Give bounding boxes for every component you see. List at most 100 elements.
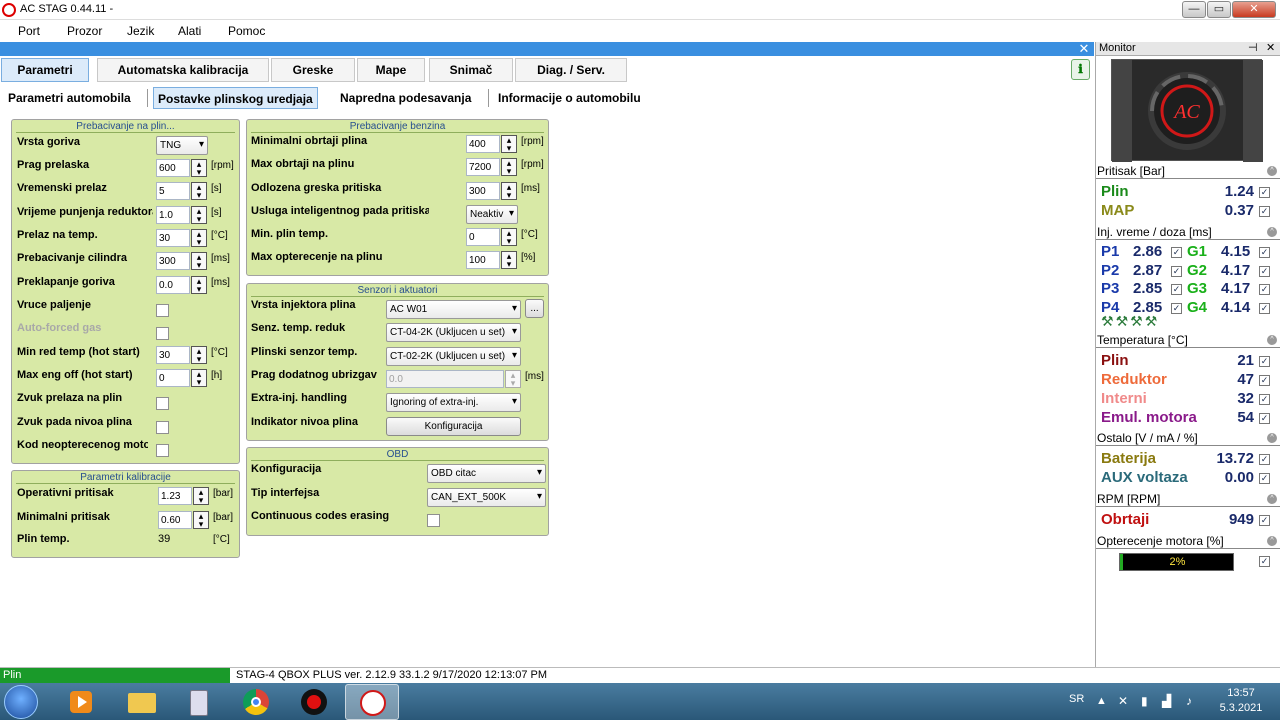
taskbar-calculator-icon[interactable] [172,684,226,720]
panel-close-icon[interactable]: ✕ [1077,42,1091,56]
inj-g-checkbox[interactable]: ✓ [1259,302,1270,314]
monitor-pin-icon[interactable]: ⊣ [1248,42,1258,55]
plinski-senzor-temp-select[interactable]: CT-02-2K (Ukljucen u set) [386,347,521,366]
taskbar-record-icon[interactable] [287,684,341,720]
inj-p-checkbox[interactable]: ✓ [1171,284,1182,295]
monitor-close-icon[interactable]: ✕ [1266,42,1275,55]
menu-port[interactable]: Port [18,24,40,38]
vrsta-injektora-browse-button[interactable]: ... [525,299,544,318]
network-icon[interactable]: ✕ [1118,694,1128,708]
odlozena-greska-spinner-icon[interactable]: ▴ ▾ [501,182,517,200]
temperatura-row-checkbox[interactable]: ✓ [1259,356,1270,367]
prag-dodatnog-input[interactable]: 0.0 [386,370,504,388]
menu-jezik[interactable]: Jezik [127,24,154,38]
minimalni-pritisak-input[interactable]: 0.60 [158,511,192,529]
taskbar-explorer-icon[interactable] [115,684,169,720]
max-obrtaji-spinner-icon[interactable]: ▴ ▾ [501,158,517,176]
tray-arrow-icon[interactable]: ▲ [1096,695,1107,707]
system-clock[interactable]: 13:57 5.3.2021 [1208,686,1274,716]
battery-icon[interactable]: ▮ [1141,694,1148,708]
operativni-pritisak-spinner-icon[interactable]: ▴ ▾ [193,487,209,505]
collapse-icon[interactable]: ^ [1267,335,1277,345]
min-red-temp-spinner-icon[interactable]: ▴ ▾ [191,346,207,364]
collapse-icon[interactable]: ^ [1267,494,1277,504]
tab-mape[interactable]: Mape [357,58,425,82]
max-opterecenje-input[interactable]: 100 [466,251,500,269]
konfiguracija-button[interactable]: Konfiguracija [386,417,521,436]
collapse-icon[interactable]: ^ [1267,536,1277,546]
help-icon[interactable]: ℹ [1071,59,1090,80]
vruce-paljenje-checkbox[interactable] [156,304,169,317]
preklapanje-goriva-input[interactable]: 0.0 [156,276,190,294]
temperatura-row-checkbox[interactable]: ✓ [1259,394,1270,405]
extra-inj-handling-select[interactable]: Ignoring of extra-inj. [386,393,521,412]
prebacivanje-cilindra-spinner-icon[interactable]: ▴ ▾ [191,252,207,270]
subtab-parametri-automobila[interactable]: Parametri automobila [4,87,135,109]
tab-snimac[interactable]: Snimač [429,58,513,82]
collapse-icon[interactable]: ^ [1267,227,1277,237]
temperatura-row-checkbox[interactable]: ✓ [1259,413,1270,424]
obrtaji-checkbox[interactable]: ✓ [1259,515,1270,526]
prelaz-na-temp-spinner-icon[interactable]: ▴ ▾ [191,229,207,247]
vremenski-prelaz-input[interactable]: 5 [156,182,190,200]
min-red-temp-input[interactable]: 30 [156,346,190,364]
auto-forced-gas-checkbox[interactable] [156,327,169,340]
minimalni-pritisak-spinner-icon[interactable]: ▴ ▾ [193,511,209,529]
inj-p-checkbox[interactable]: ✓ [1171,247,1182,258]
max-eng-off-spinner-icon[interactable]: ▴ ▾ [191,369,207,387]
prag-prelaska-input[interactable]: 600 [156,159,190,177]
max-obrtaji-input[interactable]: 7200 [466,158,500,176]
close-button[interactable]: ✕ [1232,1,1276,18]
kod-neopterecenog-checkbox[interactable] [156,444,169,457]
volume-icon[interactable]: ♪ [1186,694,1192,708]
ostalo-row-checkbox[interactable]: ✓ [1259,473,1270,484]
menu-alati[interactable]: Alati [178,24,201,38]
menu-pomoc[interactable]: Pomoc [228,24,265,38]
vrijeme-punjenja-spinner-icon[interactable]: ▴ ▾ [191,206,207,224]
prelaz-na-temp-input[interactable]: 30 [156,229,190,247]
maximize-button[interactable]: ▭ [1207,1,1231,18]
obd-konfiguracija-select[interactable]: OBD citac [427,464,546,483]
max-opterecenje-spinner-icon[interactable]: ▴ ▾ [501,251,517,269]
vrsta-goriva-select[interactable]: TNG [156,136,208,155]
vrijeme-punjenja-input[interactable]: 1.0 [156,206,190,224]
vrsta-injektora-select[interactable]: AC W01 [386,300,521,319]
ostalo-row-checkbox[interactable]: ✓ [1259,454,1270,465]
usluga-inteligentnog-select[interactable]: Neaktiv [466,205,518,224]
tab-parametri[interactable]: Parametri [1,58,89,82]
tab-greske[interactable]: Greske [271,58,355,82]
temperatura-row-checkbox[interactable]: ✓ [1259,375,1270,386]
continuous-codes-erasing-checkbox[interactable] [427,514,440,527]
vremenski-prelaz-spinner-icon[interactable]: ▴ ▾ [191,182,207,200]
collapse-icon[interactable]: ^ [1267,433,1277,443]
odlozena-greska-input[interactable]: 300 [466,182,500,200]
language-indicator[interactable]: SR [1069,693,1084,705]
inj-g-checkbox[interactable]: ✓ [1259,247,1270,258]
prag-dodatnog-spinner-icon[interactable]: ▴ ▾ [505,370,521,388]
map-checkbox[interactable]: ✓ [1259,206,1270,217]
minimalni-obrtaji-spinner-icon[interactable]: ▴ ▾ [501,135,517,153]
inj-g-checkbox[interactable]: ✓ [1259,265,1270,277]
taskbar-ac-stag-icon[interactable] [345,684,399,720]
opterecenje-checkbox[interactable]: ✓ [1259,556,1270,567]
inj-g-checkbox[interactable]: ✓ [1259,284,1270,295]
prebacivanje-cilindra-input[interactable]: 300 [156,252,190,270]
taskbar-chrome-icon[interactable] [229,684,283,720]
collapse-icon[interactable]: ^ [1267,166,1277,176]
max-eng-off-input[interactable]: 0 [156,369,190,387]
subtab-postavke-plinskog-uredjaja[interactable]: Postavke plinskog uredjaja [153,87,318,109]
zvuk-pada-nivoa-checkbox[interactable] [156,421,169,434]
operativni-pritisak-input[interactable]: 1.23 [158,487,192,505]
zvuk-prelaza-checkbox[interactable] [156,397,169,410]
minimize-button[interactable]: — [1182,1,1206,18]
inj-p-checkbox[interactable]: ✓ [1171,265,1182,277]
start-button-icon[interactable] [4,685,38,719]
tab-automatska-kalibracija[interactable]: Automatska kalibracija [97,58,269,82]
min-plin-temp-input[interactable]: 0 [466,228,500,246]
minimalni-obrtaji-input[interactable]: 400 [466,135,500,153]
menu-prozor[interactable]: Prozor [67,24,102,38]
senz-temp-reduk-select[interactable]: CT-04-2K (Ukljucen u set) [386,323,521,342]
subtab-informacije-o-automobilu[interactable]: Informacije o automobilu [494,87,645,109]
tab-diag-serv[interactable]: Diag. / Serv. [515,58,627,82]
prag-prelaska-spinner-icon[interactable]: ▴ ▾ [191,159,207,177]
